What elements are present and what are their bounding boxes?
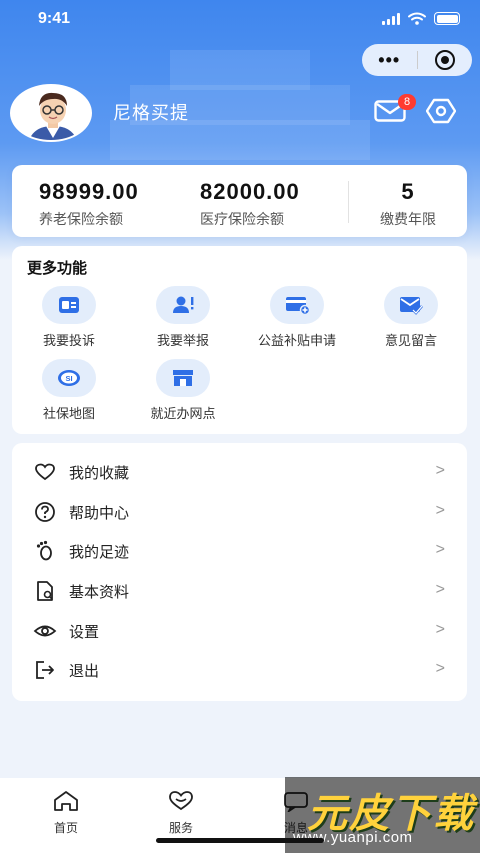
divider (348, 181, 349, 223)
menu-item-label: 我的足迹 (69, 543, 130, 561)
menu-item-help[interactable]: 帮助中心 > (12, 492, 467, 532)
feedback-mail-icon (400, 297, 423, 315)
miniprogram-capsule: ••• (362, 44, 472, 76)
user-name[interactable]: 尼格买提 (113, 99, 189, 125)
payment-years-value: 5 (401, 179, 415, 204)
help-icon (35, 502, 55, 522)
tab-label: 服务 (168, 821, 193, 835)
payment-years-label: 缴费年限 (380, 211, 436, 227)
menu-item-footprint[interactable]: 我的足迹 > (12, 531, 467, 571)
footprint-icon (36, 540, 52, 561)
menu-item-label: 退出 (69, 662, 100, 680)
logout-icon (36, 661, 54, 679)
medical-balance-value: 82000.00 (200, 179, 300, 204)
profile-doc-icon (37, 581, 53, 601)
report-icon (173, 296, 194, 313)
subsidy-card-icon (286, 297, 310, 316)
close-miniprogram-button[interactable] (417, 50, 472, 70)
function-label: 我要举报 (156, 333, 209, 348)
chevron-right-icon: > (435, 502, 445, 519)
menu-item-label: 设置 (69, 623, 100, 641)
chevron-right-icon: > (435, 621, 445, 638)
menu-item-label: 基本资料 (69, 583, 130, 601)
wifi-icon (408, 12, 426, 25)
function-label: 就近办网点 (150, 406, 216, 421)
medical-balance[interactable]: 82000.00 医疗保险余额 (200, 179, 300, 229)
battery-icon (434, 12, 460, 25)
menu-item-favorites[interactable]: 我的收藏 > (12, 452, 467, 492)
section-title: 更多功能 (27, 260, 88, 277)
tab-label: 首页 (53, 821, 78, 835)
pension-balance-value: 98999.00 (39, 179, 139, 204)
avatar[interactable] (10, 84, 92, 142)
more-dots-icon[interactable]: ••• (362, 44, 417, 76)
balance-card: 98999.00 养老保险余额 82000.00 医疗保险余额 5 缴费年限 (12, 165, 467, 237)
tab-home[interactable]: 首页 (36, 790, 96, 836)
service-outlet-icon (173, 370, 193, 386)
tab-service[interactable]: 服务 (151, 790, 211, 836)
menu-item-label: 我的收藏 (69, 464, 130, 482)
pension-balance[interactable]: 98999.00 养老保险余额 (39, 179, 139, 229)
chevron-right-icon: > (435, 462, 445, 479)
function-report[interactable]: 我要举报 (128, 286, 238, 349)
status-bar: 9:41 (0, 0, 480, 40)
social-security-map-icon: SI (58, 370, 80, 386)
payment-years[interactable]: 5 缴费年限 (376, 179, 440, 229)
function-label: 社保地图 (42, 406, 95, 421)
home-indicator (156, 838, 324, 843)
unread-badge: 8 (398, 94, 416, 110)
medical-balance-label: 医疗保险余额 (200, 211, 284, 227)
function-feedback[interactable]: 意见留言 (356, 286, 466, 349)
function-service-outlet[interactable]: 就近办网点 (128, 359, 238, 422)
function-label: 我要投诉 (42, 333, 95, 348)
status-time: 9:41 (38, 10, 71, 27)
eye-settings-icon (33, 625, 57, 637)
function-label: 公益补贴申请 (257, 333, 336, 348)
home-icon (54, 791, 78, 811)
menu-item-profile[interactable]: 基本资料 > (12, 571, 467, 611)
pension-balance-label: 养老保险余额 (39, 211, 123, 227)
more-functions-card: 更多功能 我要投诉 我要举报 公益补贴申请 意见留言 SI 社保地图 就近办网点 (12, 246, 467, 434)
function-label: 意见留言 (384, 333, 437, 348)
complaint-icon (59, 297, 79, 313)
settings-hex-icon[interactable] (426, 98, 456, 124)
chevron-right-icon: > (435, 660, 445, 677)
menu-item-settings[interactable]: 设置 > (12, 611, 467, 651)
heart-icon (35, 463, 55, 481)
heart-service-icon (169, 791, 193, 811)
function-complaint[interactable]: 我要投诉 (14, 286, 124, 349)
svg-text:SI: SI (65, 374, 72, 383)
function-social-security-map[interactable]: SI 社保地图 (14, 359, 124, 422)
menu-item-logout[interactable]: 退出 > (12, 650, 467, 690)
menu-card: 我的收藏 > 帮助中心 > 我的足迹 > 基本资料 > 设置 > 退出 > (12, 443, 467, 701)
signal-icon (382, 12, 400, 25)
chevron-right-icon: > (435, 581, 445, 598)
chevron-right-icon: > (435, 541, 445, 558)
menu-item-label: 帮助中心 (69, 504, 130, 522)
function-subsidy[interactable]: 公益补贴申请 (242, 286, 352, 349)
target-circle-icon (434, 50, 455, 70)
